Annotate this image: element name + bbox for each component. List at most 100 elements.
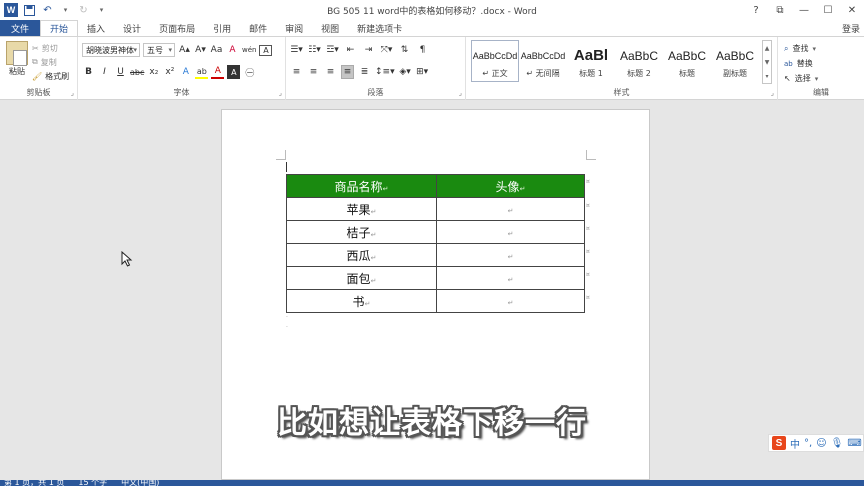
subscript-button[interactable]: x₂ bbox=[147, 65, 160, 79]
find-button[interactable]: ⌕ 查找 ▾ bbox=[784, 41, 818, 56]
borders-icon[interactable]: ⊞▾ bbox=[416, 65, 429, 79]
table-cell[interactable]: ↵ bbox=[436, 266, 585, 290]
underline-button[interactable]: U bbox=[114, 65, 127, 79]
page-count[interactable]: 第 1 页，共 1 页 bbox=[4, 480, 64, 486]
table-cell[interactable]: 西瓜↵ bbox=[286, 243, 437, 267]
distributed-icon[interactable]: ≣ bbox=[358, 65, 371, 79]
chevron-up-icon[interactable]: ▲ bbox=[765, 45, 770, 52]
table-cell[interactable]: ↵ bbox=[436, 289, 585, 313]
ribbon-display-button[interactable]: ⧉ bbox=[768, 0, 792, 20]
text-effects-button[interactable]: A bbox=[179, 65, 192, 79]
font-launcher-icon[interactable]: ⌟ bbox=[279, 89, 282, 97]
tab-mailings[interactable]: 邮件 bbox=[240, 20, 276, 36]
line-spacing-icon[interactable]: ↕≡▾ bbox=[375, 65, 395, 79]
align-center-icon[interactable]: ≡ bbox=[307, 65, 320, 79]
asian-layout-icon[interactable]: ⤧▾ bbox=[380, 43, 393, 57]
clear-format-button[interactable]: A bbox=[226, 43, 239, 57]
chevron-down-icon[interactable]: ▾ bbox=[59, 4, 72, 17]
table-header-cell[interactable]: 头像↵ bbox=[436, 174, 585, 198]
align-left-icon[interactable]: ≡ bbox=[290, 65, 303, 79]
shading-icon[interactable]: ◈▾ bbox=[399, 65, 412, 79]
login-link[interactable]: 登录 bbox=[833, 20, 864, 36]
decrease-indent-icon[interactable]: ⇤ bbox=[344, 43, 357, 57]
italic-button[interactable]: I bbox=[98, 65, 111, 79]
strikethrough-button[interactable]: abc bbox=[130, 65, 144, 79]
styles-gallery-scroll[interactable]: ▲ ▼ ▾ bbox=[762, 40, 772, 84]
character-shading-button[interactable]: A bbox=[227, 65, 241, 79]
cut-button[interactable]: ✂ 剪切 bbox=[32, 41, 69, 55]
document-table[interactable]: 商品名称↵ 头像↵ 苹果↵ ↵ 桔子↵ ↵ 西瓜↵ ↵ 面包↵ ↵ 书↵ ↵ bbox=[286, 174, 585, 313]
tab-new-tab[interactable]: 新建选项卡 bbox=[348, 20, 411, 36]
phonetic-guide-button[interactable]: wén bbox=[242, 43, 256, 57]
style-normal[interactable]: AaBbCcDd ↵ 正文 bbox=[471, 40, 519, 82]
increase-indent-icon[interactable]: ⇥ bbox=[362, 43, 375, 57]
superscript-button[interactable]: x² bbox=[163, 65, 176, 79]
word-logo-icon[interactable]: W bbox=[4, 3, 18, 17]
character-border-button[interactable]: A bbox=[259, 44, 273, 56]
paragraph-launcher-icon[interactable]: ⌟ bbox=[459, 89, 462, 97]
more-styles-icon[interactable]: ▾ bbox=[765, 73, 768, 80]
tab-page-layout[interactable]: 页面布局 bbox=[150, 20, 204, 36]
highlight-button[interactable]: ab bbox=[195, 65, 209, 79]
word-count[interactable]: 15 个字 bbox=[78, 480, 107, 486]
select-button[interactable]: ↖ 选择 ▾ bbox=[784, 71, 818, 86]
ime-toolbar[interactable]: S 中 °, ☺ 🎙 ⌨ bbox=[768, 434, 864, 452]
justify-icon[interactable]: ≡ bbox=[341, 65, 354, 79]
maximize-button[interactable]: ☐ bbox=[816, 0, 840, 20]
clipboard-launcher-icon[interactable]: ⌟ bbox=[71, 89, 74, 97]
bullets-icon[interactable]: ☰▾ bbox=[290, 43, 303, 57]
table-header-cell[interactable]: 商品名称↵ bbox=[286, 174, 437, 198]
keyboard-icon[interactable]: ⌨ bbox=[847, 438, 861, 449]
table-cell[interactable]: ↵ bbox=[436, 220, 585, 244]
table-cell[interactable]: 苹果↵ bbox=[286, 197, 437, 221]
style-heading-1[interactable]: AaBl 标题 1 bbox=[567, 40, 615, 82]
copy-button[interactable]: ⧉ 复制 bbox=[32, 55, 69, 69]
tab-design[interactable]: 设计 bbox=[114, 20, 150, 36]
change-case-button[interactable]: Aa bbox=[210, 43, 223, 57]
minimize-button[interactable]: — bbox=[792, 0, 816, 20]
tab-view[interactable]: 视图 bbox=[312, 20, 348, 36]
style-no-spacing[interactable]: AaBbCcDd ↵ 无间隔 bbox=[519, 40, 567, 82]
enclose-characters-button[interactable]: ㊀ bbox=[243, 65, 256, 79]
paste-button[interactable]: 粘贴 bbox=[4, 41, 30, 77]
multilevel-list-icon[interactable]: ☲▾ bbox=[326, 43, 339, 57]
font-color-button[interactable]: A bbox=[211, 65, 225, 79]
style-heading-2[interactable]: AaBbC 标题 2 bbox=[615, 40, 663, 82]
language-indicator[interactable]: 中文(中国) bbox=[121, 480, 159, 486]
replace-button[interactable]: ab 替换 bbox=[784, 56, 818, 71]
tab-insert[interactable]: 插入 bbox=[78, 20, 114, 36]
align-right-icon[interactable]: ≡ bbox=[324, 65, 337, 79]
shrink-font-button[interactable]: A▾ bbox=[194, 43, 207, 57]
tab-review[interactable]: 审阅 bbox=[276, 20, 312, 36]
format-painter-button[interactable]: 🖌 格式刷 bbox=[32, 69, 69, 83]
tab-home[interactable]: 开始 bbox=[40, 20, 79, 36]
table-cell[interactable]: ↵ bbox=[436, 243, 585, 267]
font-size-select[interactable]: 五号 bbox=[143, 43, 175, 57]
tab-file[interactable]: 文件 bbox=[0, 20, 41, 36]
styles-launcher-icon[interactable]: ⌟ bbox=[771, 89, 774, 97]
bold-button[interactable]: B bbox=[82, 65, 95, 79]
style-subtitle[interactable]: AaBbC 副标题 bbox=[711, 40, 759, 82]
microphone-icon[interactable]: 🎙 bbox=[831, 438, 844, 449]
emoji-icon[interactable]: ☺ bbox=[816, 438, 826, 449]
table-cell[interactable]: 书↵ bbox=[286, 289, 437, 313]
close-button[interactable]: ✕ bbox=[840, 0, 864, 20]
table-cell[interactable]: 桔子↵ bbox=[286, 220, 437, 244]
grow-font-button[interactable]: A▴ bbox=[178, 43, 191, 57]
undo-icon[interactable]: ↶ bbox=[41, 4, 54, 17]
punctuation-icon[interactable]: °, bbox=[804, 438, 812, 449]
table-cell[interactable]: 面包↵ bbox=[286, 266, 437, 290]
table-cell[interactable]: ↵ bbox=[436, 197, 585, 221]
chevron-down-icon[interactable]: ▼ bbox=[765, 59, 770, 66]
font-name-select[interactable]: 胡晓波男神体 bbox=[82, 43, 140, 57]
customize-qat-icon[interactable]: ▾ bbox=[95, 4, 108, 17]
style-title[interactable]: AaBbC 标题 bbox=[663, 40, 711, 82]
sort-icon[interactable]: ⇅ bbox=[398, 43, 411, 57]
save-icon[interactable] bbox=[23, 4, 36, 17]
ime-mode[interactable]: 中 bbox=[790, 436, 800, 451]
numbering-icon[interactable]: ☷▾ bbox=[308, 43, 321, 57]
help-button[interactable]: ? bbox=[744, 0, 768, 20]
redo-icon[interactable]: ↻ bbox=[77, 4, 90, 17]
tab-references[interactable]: 引用 bbox=[204, 20, 240, 36]
show-marks-icon[interactable]: ¶ bbox=[416, 43, 429, 57]
